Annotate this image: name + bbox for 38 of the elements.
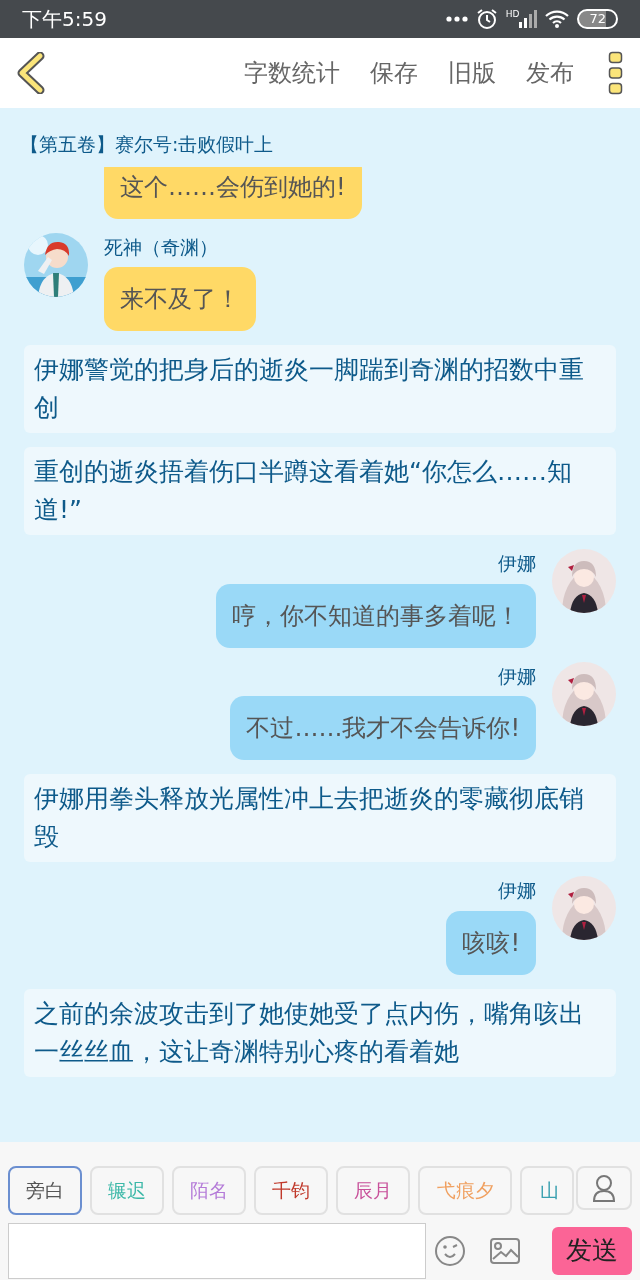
emoji-icon[interactable] bbox=[434, 1234, 466, 1267]
image-icon[interactable] bbox=[490, 1237, 520, 1264]
message-bubble: 来不及了！ bbox=[104, 267, 256, 331]
signal-icon bbox=[519, 10, 538, 28]
more-dots-icon bbox=[445, 16, 468, 22]
message-input[interactable] bbox=[8, 1222, 426, 1279]
role-tab[interactable]: 山 bbox=[520, 1166, 574, 1215]
send-button[interactable]: 发送 bbox=[552, 1226, 632, 1275]
narration-text: 伊娜警觉的把身后的逝炎一脚踹到奇渊的招数中重创 bbox=[24, 345, 616, 433]
user-icon bbox=[592, 1174, 616, 1202]
narration-text: 重创的逝炎捂着伤口半蹲这看着她“你怎么……知道!” bbox=[24, 447, 616, 535]
message-bubble: 这个……会伤到她的! bbox=[104, 166, 362, 219]
profile-button[interactable] bbox=[576, 1166, 632, 1210]
toolbar-button[interactable]: 字数统计 bbox=[244, 55, 340, 91]
menu-icon[interactable] bbox=[608, 51, 624, 95]
speaker-name: 伊娜 bbox=[498, 878, 536, 903]
message-bubble: 哼，你不知道的事多着呢！ bbox=[216, 583, 536, 648]
toolbar-button[interactable]: 保存 bbox=[370, 55, 418, 91]
chapter-title: 【第五卷】赛尔号:击败假叶上 bbox=[20, 133, 274, 155]
toolbar-button[interactable]: 发布 bbox=[526, 55, 574, 91]
speaker-name: 伊娜 bbox=[498, 663, 536, 689]
battery-indicator: 72 bbox=[577, 9, 618, 29]
message-bubble: 不过……我才不会告诉你! bbox=[230, 696, 536, 760]
role-tab[interactable]: 陌名 bbox=[172, 1166, 246, 1215]
back-icon[interactable] bbox=[16, 52, 46, 94]
wifi-icon bbox=[545, 10, 570, 28]
narration-text: 伊娜用拳头释放光属性冲上去把逝炎的零藏彻底销毁 bbox=[24, 774, 616, 862]
narration-text: 之前的余波攻击到了她使她受了点内伤，嘴角咳出一丝丝血，这让奇渊特别心疼的看着她 bbox=[24, 988, 616, 1077]
speaker-name: 死神（奇渊） bbox=[104, 234, 218, 260]
status-time: 下午5:59 bbox=[22, 6, 107, 33]
role-tab[interactable]: 辰月 bbox=[336, 1166, 410, 1215]
alarm-clock-icon bbox=[475, 8, 498, 30]
role-tab[interactable]: 千钧 bbox=[254, 1166, 328, 1215]
toolbar-button[interactable]: 旧版 bbox=[448, 55, 496, 91]
role-tab[interactable]: 旁白 bbox=[8, 1166, 82, 1215]
message-bubble: 咳咳! bbox=[446, 910, 536, 975]
speaker-name: 伊娜 bbox=[498, 551, 536, 576]
network-label: HD bbox=[505, 10, 520, 19]
